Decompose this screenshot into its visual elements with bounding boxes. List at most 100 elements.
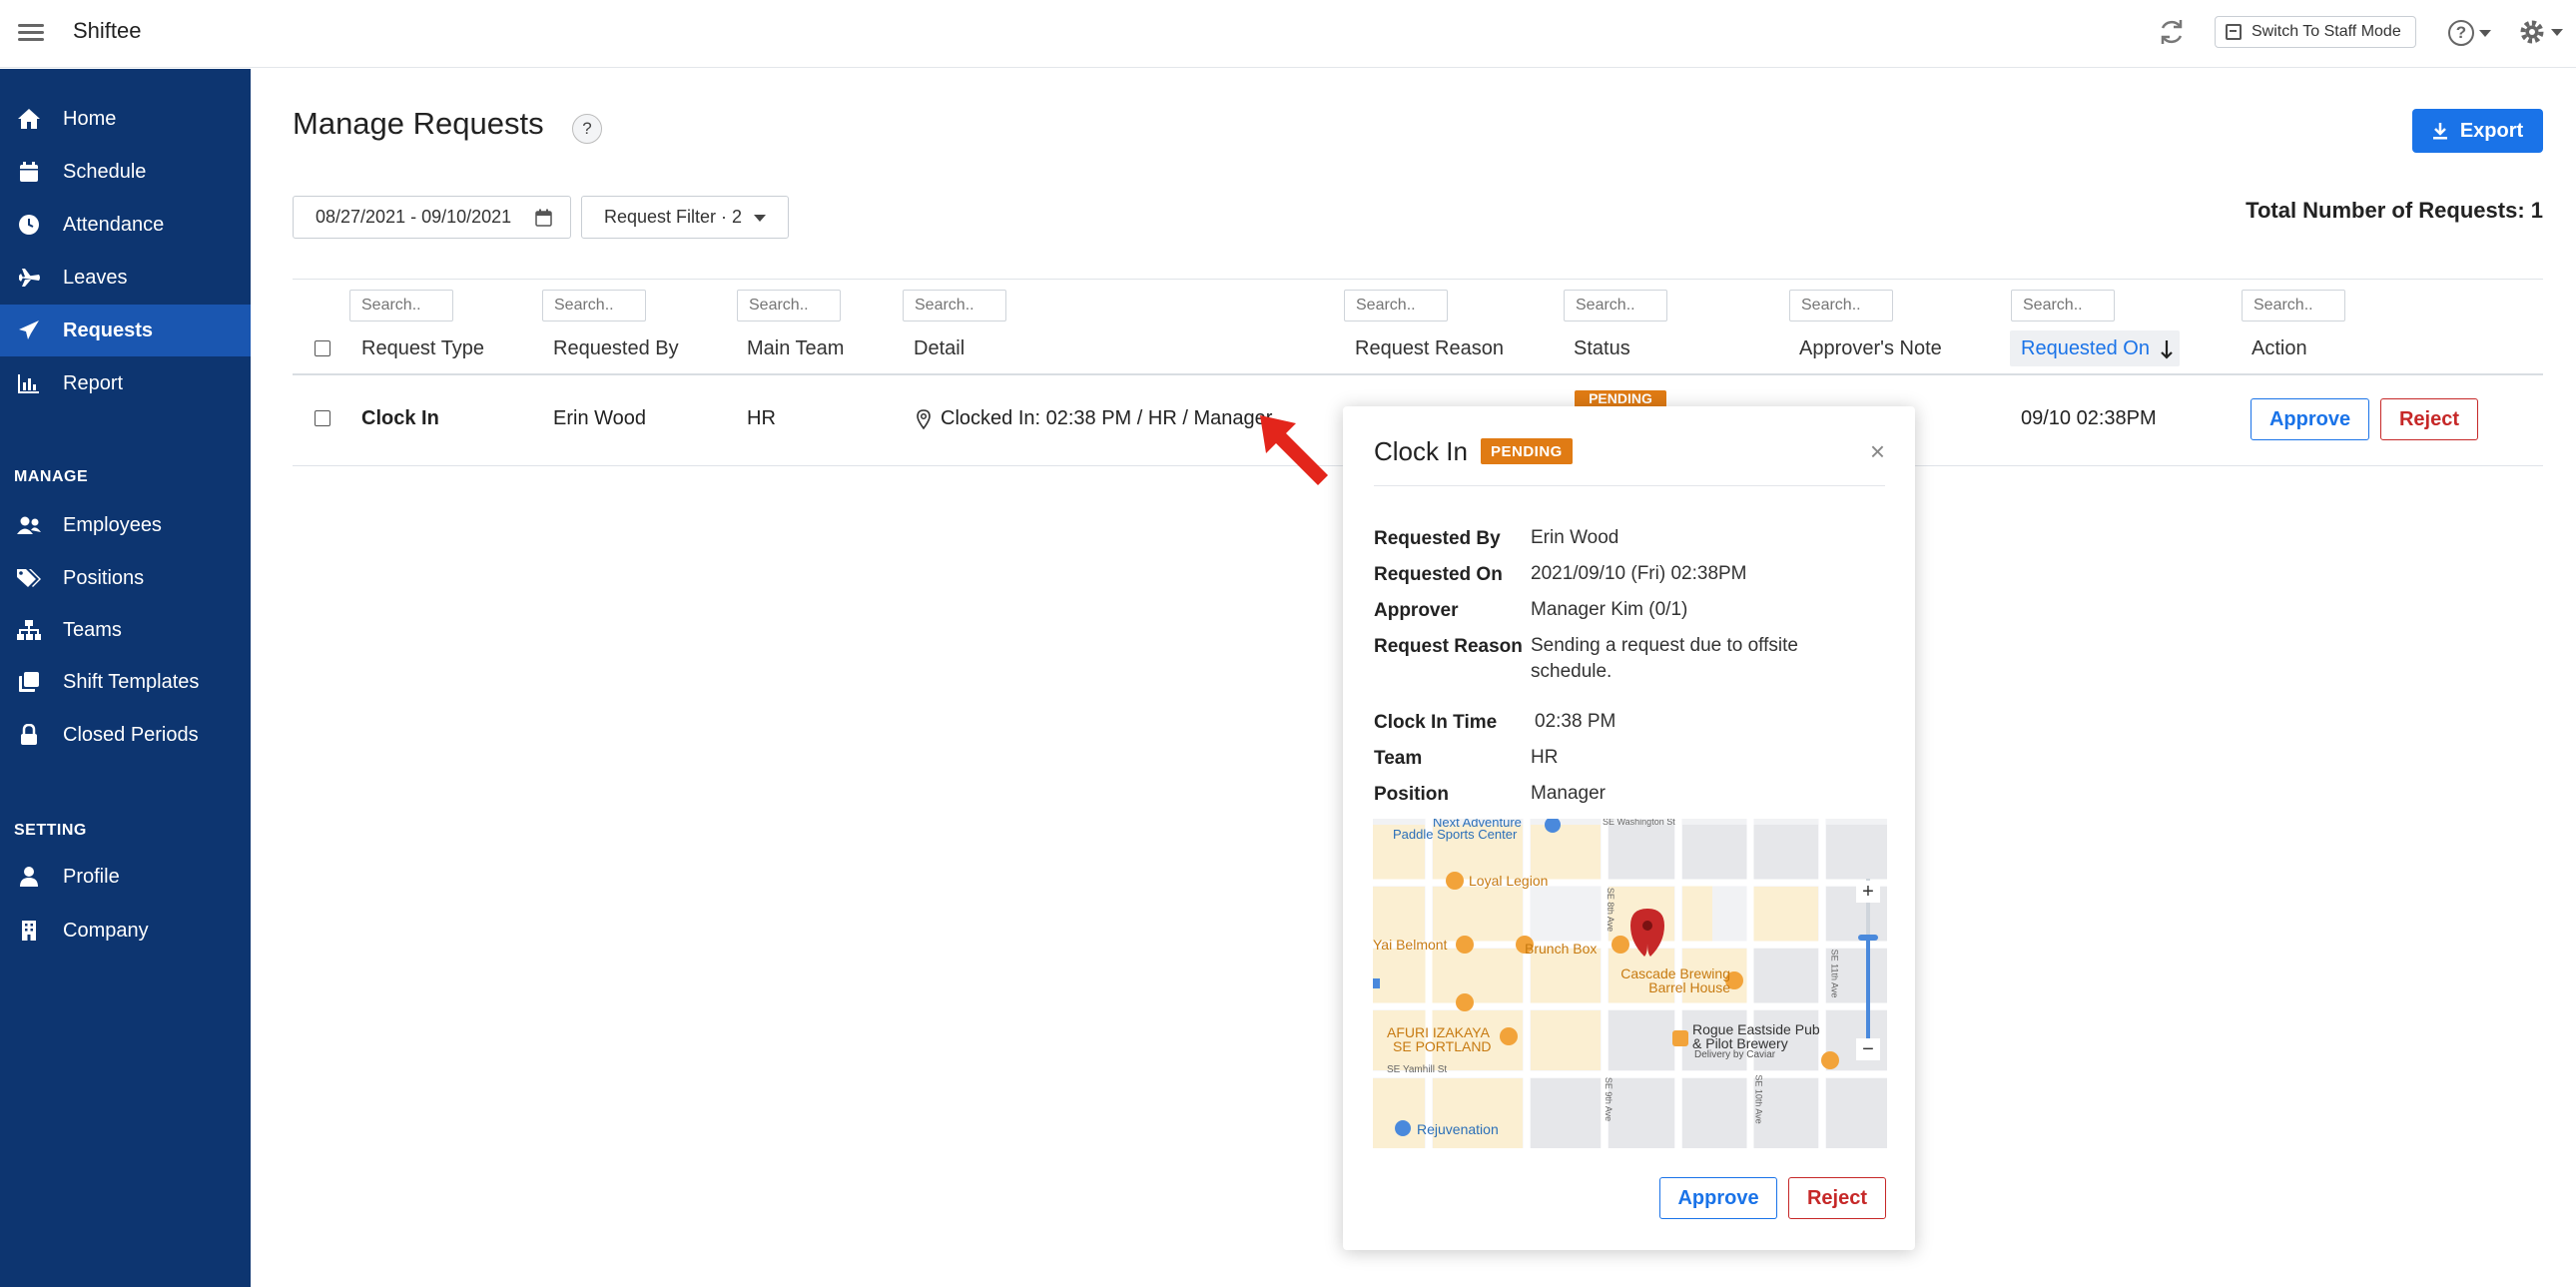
map-street-label: SE 9th Ave bbox=[1604, 1076, 1614, 1122]
request-detail-popover: Clock In PENDING × Requested By Erin Woo… bbox=[1343, 406, 1915, 1250]
row-checkbox[interactable] bbox=[315, 410, 330, 426]
map-label: Barrel House bbox=[1648, 979, 1730, 995]
map-zoom-in-button[interactable]: + bbox=[1856, 881, 1880, 903]
field-value-requested-by: Erin Wood bbox=[1531, 527, 1619, 548]
close-icon[interactable]: × bbox=[1870, 436, 1885, 467]
request-filter-dropdown[interactable]: Request Filter · 2 bbox=[581, 196, 789, 239]
column-header-detail[interactable]: Detail bbox=[914, 337, 965, 360]
switch-to-staff-mode-label: Switch To Staff Mode bbox=[2252, 23, 2401, 40]
tags-icon bbox=[16, 565, 42, 591]
field-value-position: Manager bbox=[1531, 783, 1606, 804]
sidebar-item-label: Teams bbox=[63, 618, 122, 641]
cell-detail[interactable]: Clocked In: 02:38 PM / HR / Manager bbox=[941, 407, 1272, 430]
request-filter-label: Request Filter · 2 bbox=[604, 207, 743, 227]
search-input-main-team[interactable] bbox=[737, 290, 841, 322]
field-value-clock-in-time: 02:38 PM bbox=[1535, 711, 1616, 732]
page-help-button[interactable]: ? bbox=[572, 114, 602, 144]
settings-dropdown[interactable] bbox=[2518, 14, 2568, 50]
sidebar-item-label: Positions bbox=[63, 566, 145, 589]
column-header-request-type[interactable]: Request Type bbox=[361, 337, 484, 360]
date-range-value: 08/27/2021 - 09/10/2021 bbox=[316, 207, 512, 227]
app-title: Shiftee bbox=[73, 18, 142, 43]
header-divider bbox=[293, 373, 2543, 375]
cell-requested-on: 09/10 02:38PM bbox=[2021, 407, 2157, 429]
section-label-setting: SETTING bbox=[14, 822, 87, 839]
location-map[interactable]: Next Adventure Paddle Sports Center SE W… bbox=[1373, 819, 1887, 1148]
sidebar-item-requests[interactable]: Requests bbox=[0, 305, 251, 356]
help-icon: ? bbox=[2448, 20, 2474, 46]
sidebar-item-label: Attendance bbox=[63, 213, 165, 236]
sidebar-item-label: Schedule bbox=[63, 160, 147, 183]
users-icon bbox=[16, 512, 42, 538]
map-label: Delivery by Caviar bbox=[1694, 1049, 1776, 1060]
gear-icon bbox=[2520, 20, 2544, 44]
total-requests-label: Total Number of Requests: 1 bbox=[2246, 198, 2543, 223]
map-street-label: SE Yamhill St bbox=[1387, 1064, 1448, 1075]
field-label-clock-in-time: Clock In Time bbox=[1374, 712, 1498, 733]
export-button[interactable]: Export bbox=[2412, 109, 2543, 153]
column-header-request-reason[interactable]: Request Reason bbox=[1355, 337, 1504, 360]
sidebar-item-home[interactable]: Home bbox=[0, 93, 251, 145]
annotation-arrow-icon bbox=[1260, 415, 1328, 485]
column-header-action: Action bbox=[2252, 337, 2307, 359]
search-input-request-type[interactable] bbox=[349, 290, 453, 322]
location-pin-icon bbox=[917, 409, 931, 429]
switch-to-staff-mode-button[interactable]: Switch To Staff Mode bbox=[2215, 16, 2416, 48]
sidebar-item-shift-templates[interactable]: Shift Templates bbox=[0, 656, 251, 708]
map-zoom-out-button[interactable]: − bbox=[1856, 1038, 1880, 1060]
sidebar-item-profile[interactable]: Profile bbox=[0, 851, 251, 903]
field-label-requested-on: Requested On bbox=[1374, 564, 1503, 585]
map-label: Rejuvenation bbox=[1417, 1121, 1499, 1137]
bar-chart-icon bbox=[16, 370, 42, 396]
field-label-position: Position bbox=[1374, 784, 1449, 805]
sidebar-item-label: Company bbox=[63, 919, 149, 942]
help-dropdown[interactable]: ? bbox=[2448, 16, 2498, 50]
sidebar-item-report[interactable]: Report bbox=[0, 357, 251, 409]
home-icon bbox=[16, 106, 42, 132]
column-header-main-team[interactable]: Main Team bbox=[747, 337, 844, 360]
sidebar-item-label: Shift Templates bbox=[63, 670, 200, 693]
search-input-request-reason[interactable] bbox=[1344, 290, 1448, 322]
select-all-checkbox[interactable] bbox=[315, 340, 330, 356]
reject-button[interactable]: Reject bbox=[2380, 398, 2478, 440]
sidebar-item-employees[interactable]: Employees bbox=[0, 499, 251, 551]
calendar-icon bbox=[16, 159, 42, 185]
field-value-team: HR bbox=[1531, 747, 1559, 768]
map-street-label: SE 8th Ave bbox=[1606, 887, 1616, 933]
hamburger-menu-icon[interactable] bbox=[18, 20, 44, 46]
column-header-status[interactable]: Status bbox=[1574, 337, 1630, 360]
sidebar-item-leaves[interactable]: Leaves bbox=[0, 252, 251, 304]
copy-icon bbox=[16, 669, 42, 695]
table-divider bbox=[293, 279, 2543, 280]
search-input-status[interactable] bbox=[1564, 290, 1667, 322]
field-label-team: Team bbox=[1374, 748, 1423, 769]
search-input-requested-by[interactable] bbox=[542, 290, 646, 322]
sidebar-item-closed-periods[interactable]: Closed Periods bbox=[0, 709, 251, 761]
search-input-approvers-note[interactable] bbox=[1789, 290, 1893, 322]
sidebar-item-company[interactable]: Company bbox=[0, 905, 251, 957]
popover-approve-button[interactable]: Approve bbox=[1659, 1177, 1777, 1219]
sidebar-item-label: Employees bbox=[63, 513, 162, 536]
sort-descending-icon[interactable] bbox=[2160, 339, 2174, 359]
refresh-icon[interactable] bbox=[2154, 14, 2190, 50]
search-input-action[interactable] bbox=[2242, 290, 2345, 322]
popover-title: Clock In bbox=[1374, 436, 1468, 466]
cell-request-type: Clock In bbox=[361, 407, 439, 429]
map-street-label: SE 11th Ave bbox=[1829, 949, 1840, 998]
sidebar-item-teams[interactable]: Teams bbox=[0, 604, 251, 656]
sidebar-item-positions[interactable]: Positions bbox=[0, 552, 251, 604]
column-header-requested-on[interactable]: Requested On bbox=[2021, 337, 2150, 360]
column-header-approvers-note[interactable]: Approver's Note bbox=[1799, 337, 1942, 360]
search-input-detail[interactable] bbox=[903, 290, 1006, 322]
field-value-approver: Manager Kim (0/1) bbox=[1531, 599, 1688, 620]
sidebar-item-schedule[interactable]: Schedule bbox=[0, 146, 251, 198]
date-range-picker[interactable]: 08/27/2021 - 09/10/2021 bbox=[293, 196, 571, 239]
sidebar-item-attendance[interactable]: Attendance bbox=[0, 199, 251, 251]
approve-button[interactable]: Approve bbox=[2251, 398, 2369, 440]
popover-divider bbox=[1374, 485, 1885, 486]
search-input-requested-on[interactable] bbox=[2011, 290, 2115, 322]
download-icon bbox=[2432, 123, 2447, 140]
popover-reject-button[interactable]: Reject bbox=[1788, 1177, 1886, 1219]
lock-icon bbox=[16, 722, 42, 748]
column-header-requested-by[interactable]: Requested By bbox=[553, 337, 679, 360]
